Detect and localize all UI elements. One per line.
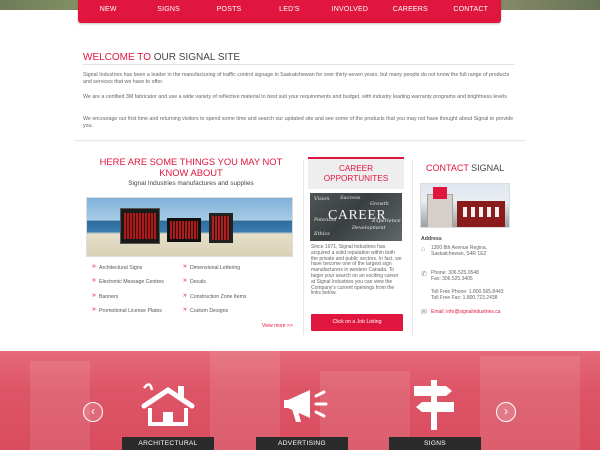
house-icon: [141, 383, 195, 426]
career-text: Since 1971, Signal Industries has acquir…: [311, 244, 402, 297]
signpost-icon: [414, 380, 454, 430]
contact-title-rest: SIGNAL: [468, 163, 505, 173]
signs-photo: [86, 197, 293, 257]
led-billboard: [120, 208, 160, 244]
home-icon: ⌂: [421, 246, 426, 253]
background-shape: [480, 356, 580, 450]
nav-item-leds[interactable]: LED'S: [259, 0, 319, 23]
list-item[interactable]: Decals: [180, 278, 280, 293]
address-label: Address: [421, 236, 442, 242]
list-item[interactable]: Promotional License Plates: [89, 307, 189, 322]
career-word: Ethics: [314, 231, 330, 237]
career-big-word: CAREER: [328, 208, 387, 223]
contact-title: CONTACT SIGNAL: [426, 163, 504, 173]
nav-item-new[interactable]: NEW: [78, 0, 138, 23]
contact-title-accent: CONTACT: [426, 163, 469, 173]
column-divider: [303, 160, 304, 335]
list-item[interactable]: Architectural Signs: [89, 264, 189, 279]
welcome-title: WELCOME TO OUR SIGNAL SITE: [83, 52, 240, 63]
chevron-right-icon: ›: [504, 404, 508, 418]
led-sign: [209, 213, 233, 243]
career-word: Growth: [370, 201, 389, 207]
job-listing-button[interactable]: Click on a Job Listing: [311, 314, 403, 331]
career-word: Vision: [314, 196, 330, 202]
led-sign: [167, 218, 201, 242]
career-title: CAREER OPPORTUNITES: [308, 157, 404, 189]
signal-logo: [433, 187, 447, 199]
career-word: Development: [352, 225, 386, 231]
email-link[interactable]: Email: info@signalindustries.ca: [431, 309, 521, 315]
career-word: Success: [340, 195, 361, 201]
prev-button[interactable]: ‹: [83, 402, 103, 422]
phone-icon: ✆: [421, 271, 427, 278]
megaphone-icon: [284, 390, 328, 422]
divider: [75, 140, 525, 141]
page: NEW SIGNS POSTS LED'S INVOLVED CAREERS C…: [0, 0, 600, 450]
chevron-left-icon: ‹: [91, 404, 95, 418]
nav-item-contact[interactable]: CONTACT: [441, 0, 501, 23]
list-item[interactable]: Construction Zone Items: [180, 293, 280, 308]
fax-text: Fax: 306.525.3405: [431, 276, 473, 282]
category-architectural[interactable]: ARCHITECTURAL: [122, 437, 214, 450]
nav-item-involved[interactable]: INVOLVED: [320, 0, 380, 23]
building: [457, 201, 505, 227]
address-text: 1300 8th Avenue Regina, Saskatchewan, S4…: [431, 245, 488, 257]
category-advertising[interactable]: ADVERTISING: [256, 437, 348, 450]
list-item[interactable]: Dimensional Lettering: [180, 264, 280, 279]
view-more-link[interactable]: View more >>: [262, 323, 293, 329]
building-photo: [420, 183, 510, 228]
list-item[interactable]: Custom Designs: [180, 307, 280, 322]
divider: [83, 64, 515, 65]
product-list-left: Architectural Signs Electronic Message C…: [89, 264, 189, 323]
list-item[interactable]: Electronic Message Centres: [89, 278, 189, 293]
nav-item-signs[interactable]: SIGNS: [138, 0, 198, 23]
background-shape: [210, 351, 280, 450]
background-shape: [30, 361, 90, 450]
email-icon: ✉: [421, 309, 427, 316]
welcome-paragraph: We encourage our first time and returnin…: [83, 116, 514, 129]
welcome-title-rest: OUR SIGNAL SITE: [150, 52, 241, 63]
welcome-paragraph: Signal Industries has been a leader in t…: [83, 72, 510, 85]
welcome-paragraph: We are a certified 3M fabricator and use…: [83, 94, 507, 100]
career-photo: Vision Growth Potential Development Ethi…: [310, 193, 402, 241]
welcome-title-accent: WELCOME TO: [83, 52, 151, 63]
nav-item-posts[interactable]: POSTS: [199, 0, 259, 23]
next-button[interactable]: ›: [496, 402, 516, 422]
things-title: HERE ARE SOME THINGS YOU MAY NOT KNOW AB…: [99, 156, 283, 178]
things-subtitle: Signal Industries manufactures and suppl…: [128, 180, 254, 187]
product-list-right: Dimensional Lettering Decals Constructio…: [180, 264, 280, 323]
nav-item-careers[interactable]: CAREERS: [380, 0, 440, 23]
category-signs[interactable]: SIGNS: [389, 437, 481, 450]
main-nav: NEW SIGNS POSTS LED'S INVOLVED CAREERS C…: [78, 0, 501, 23]
tollfree-fax-text: Toll Free Fax: 1.800.723.2438: [431, 295, 498, 301]
list-item[interactable]: Banners: [89, 293, 189, 308]
career-panel: CAREER OPPORTUNITES Vision Growth Potent…: [308, 157, 404, 339]
column-divider: [412, 160, 413, 335]
building: [427, 194, 453, 227]
